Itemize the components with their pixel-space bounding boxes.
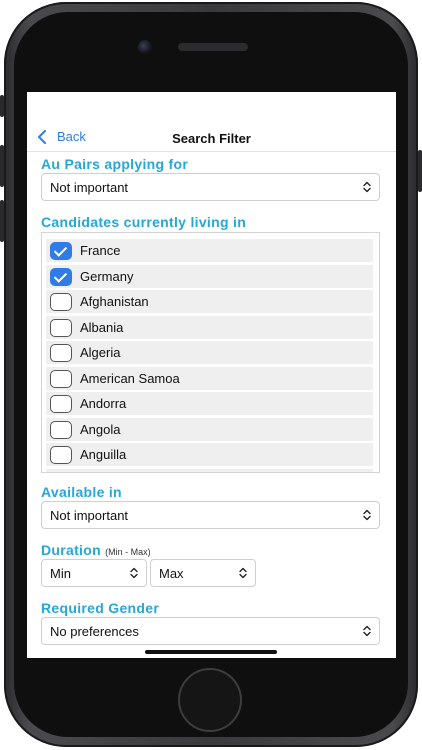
home-indicator[interactable]	[145, 650, 277, 654]
app-screen: Back Search Filter Au Pairs applying for…	[27, 92, 396, 658]
list-item[interactable]: France	[46, 239, 373, 262]
navigation-bar: Back Search Filter	[27, 92, 396, 152]
duration-min-value: Min	[50, 565, 71, 581]
duration-max-select[interactable]: Max	[150, 559, 256, 587]
chevron-up-down-icon	[363, 625, 371, 637]
chevron-up-down-icon	[363, 181, 371, 193]
duration-max-value: Max	[159, 565, 184, 581]
available-in-select[interactable]: Not important	[41, 501, 380, 529]
list-item[interactable]: Anguilla	[46, 443, 373, 466]
list-item[interactable]: Afghanistan	[46, 290, 373, 313]
silent-switch	[0, 95, 4, 117]
duration-label: Duration (Min - Max)	[41, 542, 151, 558]
checkbox-icon[interactable]	[50, 394, 72, 413]
checkbox-icon[interactable]	[50, 343, 72, 362]
list-item[interactable]: American Samoa	[46, 367, 373, 390]
gender-select[interactable]: No preferences	[41, 617, 380, 645]
list-item[interactable]: Andorra	[46, 392, 373, 415]
gender-label: Required Gender	[41, 600, 160, 616]
applying-for-select[interactable]: Not important	[41, 173, 380, 201]
living-in-label: Candidates currently living in	[41, 214, 247, 230]
checkbox-icon[interactable]	[50, 369, 72, 388]
checkbox-icon[interactable]	[50, 292, 72, 311]
front-camera	[138, 40, 152, 54]
applying-for-value: Not important	[50, 179, 129, 195]
list-item[interactable]: Algeria	[46, 341, 373, 364]
earpiece-speaker	[178, 43, 248, 51]
duration-title: Duration	[41, 542, 101, 558]
list-item-partial	[46, 469, 373, 472]
list-item[interactable]: Germany	[46, 265, 373, 288]
available-in-label: Available in	[41, 484, 122, 500]
home-button[interactable]	[178, 668, 242, 732]
list-item[interactable]: Angola	[46, 418, 373, 441]
power-button	[418, 150, 422, 192]
available-in-value: Not important	[50, 507, 129, 523]
duration-hint: (Min - Max)	[105, 547, 151, 557]
chevron-up-down-icon	[130, 567, 138, 579]
volume-down-button	[0, 200, 4, 242]
checkbox-checked-icon[interactable]	[50, 241, 72, 260]
list-item[interactable]: Albania	[46, 316, 373, 339]
checkbox-icon[interactable]	[50, 420, 72, 439]
checkbox-icon[interactable]	[50, 445, 72, 464]
volume-up-button	[0, 145, 4, 187]
country-checkbox-list[interactable]: France Germany Afghanistan Albania Alger…	[41, 232, 380, 473]
chevron-up-down-icon	[239, 567, 247, 579]
chevron-up-down-icon	[363, 509, 371, 521]
page-title: Search Filter	[172, 131, 251, 146]
checkbox-checked-icon[interactable]	[50, 267, 72, 286]
gender-value: No preferences	[50, 623, 139, 639]
duration-min-select[interactable]: Min	[41, 559, 147, 587]
applying-for-label: Au Pairs applying for	[41, 156, 189, 172]
checkbox-icon[interactable]	[50, 318, 72, 337]
